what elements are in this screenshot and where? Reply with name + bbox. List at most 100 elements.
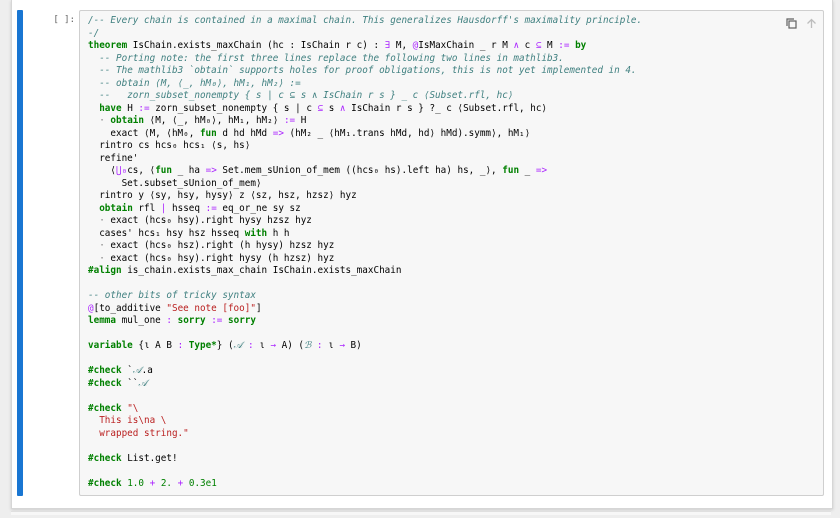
cell-toolbar	[783, 15, 824, 31]
code-line[interactable]: obtain rfl | hsseq := eq_or_ne sy sz	[88, 203, 642, 216]
code-line[interactable]: #check 1.0 + 2. + 0.3e1	[88, 478, 642, 491]
code-token: IsMaxChain _ r M	[418, 40, 514, 51]
code-line[interactable]: lemma mul_one : sorry := sorry	[88, 315, 642, 328]
code-token: by	[575, 40, 587, 51]
code-token: List.get!	[121, 452, 178, 464]
code-line[interactable]: rintro cs hcs₀ hcs₁ ⟨s, hs⟩	[88, 140, 642, 153]
code-token: with	[244, 227, 268, 239]
code-token: -- other bits of tricky syntax	[88, 290, 256, 301]
code-line[interactable]: #align is_chain.exists_max_chain IsChain…	[88, 265, 642, 278]
code-token: M,	[390, 40, 413, 51]
code-token: obtain	[99, 202, 133, 214]
code-token: -- The mathlib3 `obtain` supports holes …	[99, 65, 637, 76]
code-line[interactable]: rintro y ⟨sy, hsy, hysy⟩ z ⟨sz, hsz, hzs…	[88, 190, 642, 203]
code-line[interactable]: This is\na \	[88, 415, 642, 428]
code-line[interactable]: variable {ι A B : Type*} (𝒜 : ι → A) (ℬ …	[88, 340, 642, 353]
code-token: ``	[121, 377, 139, 389]
code-token: refine'	[88, 152, 139, 164]
code-line[interactable]	[88, 328, 642, 341]
code-token: #align	[88, 265, 122, 276]
code-token: .a	[141, 365, 153, 376]
code-line[interactable]: · exact (hcs₀ hsz).right (h hysy) hzsz h…	[88, 240, 642, 253]
input-prompt: [ ]:	[53, 15, 75, 25]
code-line[interactable]	[88, 353, 642, 366]
code-token: _ ha	[172, 165, 206, 176]
code-token: 𝒜	[138, 377, 148, 389]
code-token: ι	[322, 340, 340, 351]
move-up-button[interactable]	[803, 15, 819, 31]
code-line[interactable]: -- zorn_subset_nonempty { s | c ⊆ s ∧ Is…	[88, 90, 642, 103]
code-line[interactable]	[88, 465, 642, 478]
code-token: zorn_subset_nonempty { s | c	[149, 102, 318, 114]
code-line[interactable]: #check ``𝒜	[88, 378, 642, 391]
code-token: 1.0	[127, 477, 144, 489]
cell-collapser[interactable]	[17, 10, 23, 496]
code-token: d hd hMd	[216, 127, 273, 139]
code-token: "See note [foo]"	[166, 302, 256, 314]
code-token: rintro cs hcs₀ hcs₁ ⟨s, hs⟩	[88, 140, 251, 151]
code-line[interactable]: -- Porting note: the first three lines r…	[88, 53, 642, 66]
code-token: -/	[88, 27, 100, 39]
code-line[interactable]: theorem IsChain.exists_maxChain (hc : Is…	[88, 40, 642, 53]
code-line[interactable]: refine'	[88, 153, 642, 166]
code-token: #check	[88, 365, 122, 376]
code-line[interactable]	[88, 278, 642, 291]
code-line[interactable]: · obtain ⟨M, ⟨_, hM₀⟩, hM₁, hM₂⟩ := H	[88, 115, 642, 128]
code-line[interactable]	[88, 440, 642, 453]
move-down-button[interactable]	[823, 15, 824, 31]
code-cell[interactable]: [ ]: /-- Every chain is contained in a m…	[17, 10, 827, 496]
notebook-panel: [ ]: /-- Every chain is contained in a m…	[11, 0, 833, 509]
code-token: exact (hcs₀ hsz).right (h hysy) hzsz hyz	[104, 240, 335, 251]
code-token: cs, ⟨	[127, 165, 156, 176]
code-token: M	[541, 40, 559, 51]
code-token: variable	[88, 340, 133, 351]
code-line[interactable]: #check List.get!	[88, 453, 642, 466]
code-editor[interactable]: /-- Every chain is contained in a maxima…	[79, 10, 824, 496]
code-line[interactable]: #check `𝒜.a	[88, 365, 642, 378]
arrow-up-icon	[806, 18, 816, 28]
code-line[interactable]: @[to_additive "See note [foo]"]	[88, 303, 642, 316]
code-token: -- Porting note: the first three lines r…	[99, 52, 564, 64]
code-line[interactable]: cases' hcs₁ hsy hsz hsseq with h h	[88, 228, 642, 241]
code-token: #check	[88, 377, 122, 389]
code-token: {ι A B	[132, 340, 178, 351]
code-token: #check	[88, 452, 122, 464]
code-token: hsseq	[166, 202, 206, 214]
code-line[interactable]: exact ⟨M, ⟨hM₀, fun d hd hMd => (hM₂ _ ⟨…	[88, 128, 642, 141]
code-line[interactable]: -- other bits of tricky syntax	[88, 290, 642, 303]
code-token: -- zorn_subset_nonempty { s | c ⊆ s ∧ Is…	[99, 90, 514, 101]
duplicate-cell-button[interactable]	[783, 15, 799, 31]
code-line[interactable]: -/	[88, 28, 642, 41]
code-line[interactable]: · exact (hcs₀ hsy).right hysy (h hzsz) h…	[88, 253, 642, 266]
code-line[interactable]: Set.subset_sUnion_of_mem⟩	[88, 178, 642, 191]
code-line[interactable]: · exact (hcs₀ hsy).right hysy hzsz hyz	[88, 215, 642, 228]
code-line[interactable]: wrapped string."	[88, 428, 642, 441]
code-token: ⟨M, ⟨_, hM₀⟩, hM₁, hM₂⟩	[144, 115, 284, 126]
code-token: 𝒜	[132, 365, 142, 376]
code-token: theorem	[88, 40, 128, 51]
code-line[interactable]: /-- Every chain is contained in a maxima…	[88, 15, 642, 28]
code-token: sorry	[177, 315, 206, 326]
code-token: B)	[344, 340, 362, 351]
code-token: Set.mem_sUnion_of_mem ((hcs₀ hs).left ha…	[216, 165, 503, 176]
code-token: wrapped string."	[88, 427, 189, 439]
code-line[interactable]: -- The mathlib3 `obtain` supports holes …	[88, 65, 642, 78]
code-token: obtain	[110, 115, 145, 126]
code-token: (hM₂ _ ⟨hM₁.trans hMd, hd⟩ hMd).symm⟩, h…	[283, 127, 531, 139]
code-line[interactable]: -- obtain ⟨M, ⟨_, hM₀⟩, hM₁, hM₂⟩ :=	[88, 78, 642, 91]
code-line[interactable]: #check "\	[88, 403, 642, 416]
code-line[interactable]: ⟨⋃₀cs, ⟨fun _ ha => Set.mem_sUnion_of_me…	[88, 165, 642, 178]
code-token: H	[295, 115, 307, 126]
code-token: ⟨	[88, 165, 116, 176]
code-token: "\	[127, 402, 139, 414]
code-token: s	[323, 102, 340, 114]
code-token: -- obtain ⟨M, ⟨_, hM₀⟩, hM₁, hM₂⟩ :=	[99, 77, 301, 89]
code-text[interactable]: /-- Every chain is contained in a maxima…	[88, 15, 642, 490]
panel-footer	[11, 511, 831, 515]
code-line[interactable]	[88, 390, 642, 403]
code-line[interactable]: have H := zorn_subset_nonempty { s | c ⊆…	[88, 103, 642, 116]
